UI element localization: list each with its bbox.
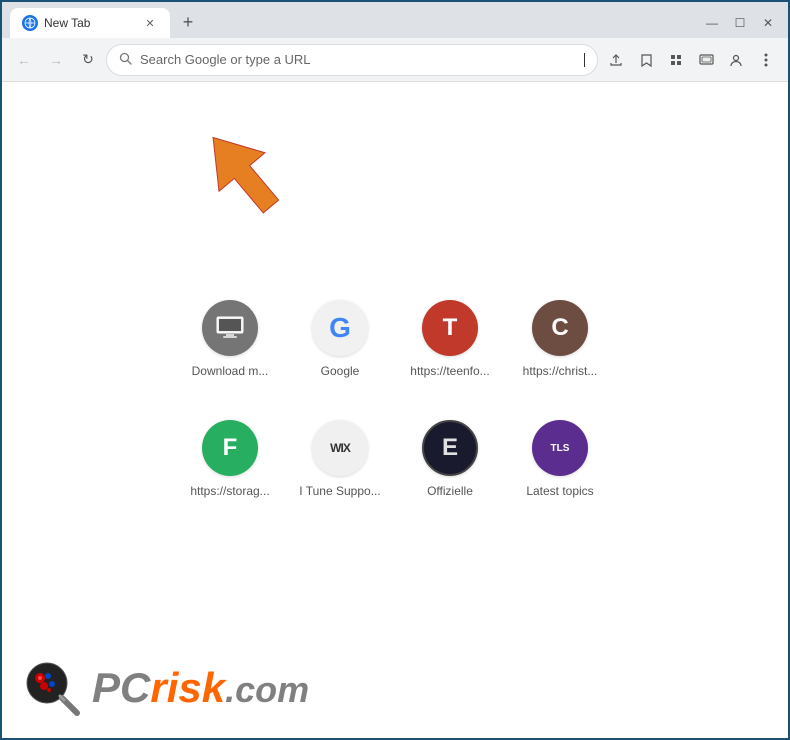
shortcut-label-download: Download m... <box>192 364 269 378</box>
cast-button[interactable] <box>692 46 720 74</box>
browser-window: New Tab ✕ + — ☐ ✕ ← → ↻ Search Google or… <box>0 0 790 740</box>
main-content: Download m... G Google T https://teenfo.… <box>2 82 788 738</box>
arrow-indicator <box>182 122 302 222</box>
extensions-button[interactable] <box>662 46 690 74</box>
tab-title: New Tab <box>44 16 90 30</box>
toolbar-actions <box>602 46 780 74</box>
share-button[interactable] <box>602 46 630 74</box>
maximize-button[interactable]: ☐ <box>728 14 752 32</box>
shortcut-download[interactable]: Download m... <box>184 292 277 402</box>
profile-button[interactable] <box>722 46 750 74</box>
shortcut-teenfo[interactable]: T https://teenfo... <box>402 292 497 402</box>
new-tab-button[interactable]: + <box>174 8 202 36</box>
close-button[interactable]: ✕ <box>756 14 780 32</box>
text-cursor <box>584 53 585 67</box>
pcrisk-logo: PCrisk.com <box>22 658 309 718</box>
pc-text: PC <box>92 664 150 711</box>
search-icon <box>119 52 132 68</box>
tab-favicon <box>22 15 38 31</box>
shortcut-christ[interactable]: C https://christ... <box>515 292 606 402</box>
shortcut-label-teenfo: https://teenfo... <box>410 364 489 378</box>
shortcut-offizielle[interactable]: E Offizielle <box>414 412 486 522</box>
reload-button[interactable]: ↻ <box>74 46 102 74</box>
shortcut-label-offizielle: Offizielle <box>427 484 473 498</box>
tab-close-button[interactable]: ✕ <box>142 15 158 31</box>
pcrisk-icon <box>22 658 82 718</box>
title-bar: New Tab ✕ + — ☐ ✕ <box>2 2 788 38</box>
window-controls: — ☐ ✕ <box>700 14 780 32</box>
active-tab[interactable]: New Tab ✕ <box>10 8 170 38</box>
shortcut-icon-offizielle: E <box>422 420 478 476</box>
forward-button[interactable]: → <box>42 46 70 74</box>
shortcut-icon-google: G <box>312 300 368 356</box>
shortcut-label-wix: I Tune Suppo... <box>299 484 380 498</box>
toolbar: ← → ↻ Search Google or type a URL <box>2 38 788 82</box>
shortcut-icon-storag: F <box>202 420 258 476</box>
shortcut-icon-download <box>202 300 258 356</box>
com-text: .com <box>225 669 309 710</box>
risk-text: risk <box>150 664 225 711</box>
shortcuts-grid: Download m... G Google T https://teenfo.… <box>180 292 610 522</box>
back-button[interactable]: ← <box>10 46 38 74</box>
bookmark-button[interactable] <box>632 46 660 74</box>
shortcut-icon-latest-topics: TLS <box>532 420 588 476</box>
minimize-button[interactable]: — <box>700 14 724 32</box>
shortcut-wix[interactable]: WIX I Tune Suppo... <box>291 412 388 522</box>
shortcut-label-storag: https://storag... <box>190 484 269 498</box>
shortcut-label-google: Google <box>321 364 360 378</box>
shortcut-google[interactable]: G Google <box>304 292 376 402</box>
shortcut-icon-wix: WIX <box>312 420 368 476</box>
pcrisk-text: PCrisk.com <box>92 667 309 709</box>
shortcut-storag[interactable]: F https://storag... <box>182 412 277 522</box>
url-input[interactable]: Search Google or type a URL <box>140 52 574 67</box>
shortcut-icon-teenfo: T <box>422 300 478 356</box>
menu-button[interactable] <box>752 46 780 74</box>
address-bar[interactable]: Search Google or type a URL <box>106 44 598 76</box>
shortcut-label-christ: https://christ... <box>523 364 598 378</box>
shortcut-icon-christ: C <box>532 300 588 356</box>
shortcut-label-latest-topics: Latest topics <box>526 484 593 498</box>
shortcut-latest-topics[interactable]: TLS Latest topics <box>518 412 601 522</box>
